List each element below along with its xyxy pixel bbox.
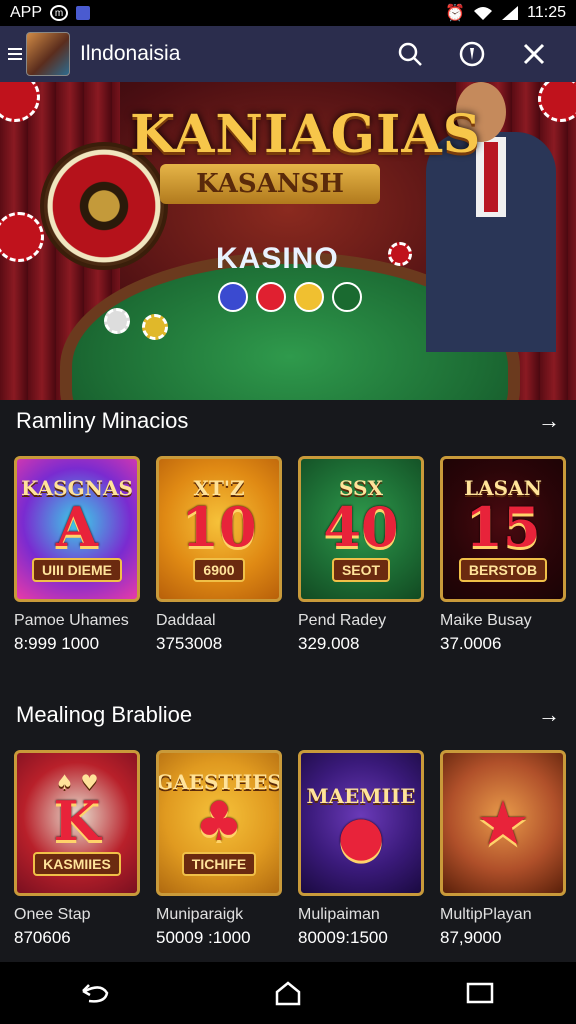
section-title: Ramliny Minacios: [16, 408, 189, 433]
game-value: 8:999 1000: [14, 634, 100, 653]
game-value: 37.0006: [440, 634, 502, 653]
status-app-label: APP: [10, 4, 43, 21]
avatar[interactable]: [26, 32, 70, 76]
badge-dot: [294, 282, 324, 312]
site-title: Ilndonaisia: [80, 42, 181, 65]
thumb-big-text: K: [53, 789, 101, 853]
section-header: Mealinog Brablioe →: [16, 702, 560, 728]
thumb-bottom-text: TICHIFE: [181, 852, 257, 876]
game-thumbnail: MAEMIIE ●: [298, 750, 424, 896]
chip-decoration: [142, 314, 168, 340]
game-card[interactable]: ★ MultipPlayan 87,9000: [440, 750, 566, 948]
game-thumbnail: XT'Z 10 6900: [156, 456, 282, 602]
game-card[interactable]: ♠ ♥ K KASMIIES Onee Stap 870606: [14, 750, 140, 948]
game-name: Pamoe Uhames: [14, 612, 129, 629]
back-button[interactable]: [76, 973, 116, 1013]
game-thumbnail: KASGNAS A UIII DIEME: [14, 456, 140, 602]
status-bar: APP m ⏰ 11:25: [0, 0, 576, 26]
menu-icon[interactable]: [8, 48, 22, 60]
game-card[interactable]: KASGNAS A UIII DIEME Pamoe Uhames 8:999 …: [14, 456, 140, 654]
badge-dot: [332, 282, 362, 312]
game-name: Muniparaigk: [156, 906, 244, 923]
thumb-big-text: ●: [337, 803, 385, 867]
game-card[interactable]: SSX 40 SEOT Pend Radey 329.008: [298, 456, 424, 654]
badge-dot: [256, 282, 286, 312]
game-value: 3753008: [156, 634, 223, 653]
game-thumbnail: SSX 40 SEOT: [298, 456, 424, 602]
thumb-bottom-text: 6900: [193, 558, 245, 582]
game-thumbnail: GAESTHES ♣ TICHIFE: [156, 750, 282, 896]
table-label: KASINO: [216, 242, 339, 275]
thumb-bottom-text: SEOT: [331, 558, 391, 582]
thumb-bottom-text: BERSTOB: [458, 558, 548, 582]
hero-title: KANIAGIAS: [130, 104, 482, 165]
thumb-bottom-text: UIII DIEME: [31, 558, 122, 582]
game-value: 870606: [14, 928, 71, 947]
game-card[interactable]: GAESTHES ♣ TICHIFE Muniparaigk 50009 :10…: [156, 750, 282, 948]
app-notification-icon: [76, 6, 91, 20]
home-button[interactable]: [268, 973, 308, 1013]
game-card[interactable]: LASAN 15 BERSTOB Maike Busay 37.0006: [440, 456, 566, 654]
recents-icon: [466, 982, 494, 1004]
thumb-big-text: 10: [181, 495, 257, 559]
search-icon: [398, 42, 422, 66]
notification-icon: m: [50, 5, 69, 21]
close-button[interactable]: [514, 34, 554, 74]
thumb-bottom-text: KASMIIES: [33, 852, 121, 876]
game-name: Pend Radey: [298, 612, 387, 629]
thumb-big-text: A: [56, 495, 98, 559]
game-name: Daddaal: [156, 612, 216, 629]
game-thumbnail: ★: [440, 750, 566, 896]
chip-decoration: [104, 308, 130, 334]
game-card[interactable]: XT'Z 10 6900 Daddaal 3753008: [156, 456, 282, 654]
hero-ribbon: KASANSH: [160, 164, 380, 204]
home-icon: [275, 981, 301, 1006]
game-value: 329.008: [298, 634, 360, 653]
status-time: 11:25: [527, 4, 566, 21]
game-value: 80009:1500: [298, 928, 388, 947]
game-name: MultipPlayan: [440, 906, 532, 923]
search-button[interactable]: [390, 34, 430, 74]
chip-decoration: [388, 242, 412, 266]
see-more-arrow-icon[interactable]: →: [538, 408, 560, 434]
app-header: Ilndonaisia: [0, 26, 576, 82]
status-left: APP m: [10, 4, 91, 22]
game-value: 50009 :1000: [156, 928, 251, 947]
game-thumbnail: LASAN 15 BERSTOB: [440, 456, 566, 602]
system-nav-bar: [0, 962, 576, 1024]
thumb-big-text: ♣: [194, 789, 244, 853]
status-right: ⏰ 11:25: [445, 3, 566, 23]
hero-banner[interactable]: KANIAGIAS KASANSH KASINO: [0, 82, 576, 400]
back-icon: [82, 984, 109, 1003]
game-name: Onee Stap: [14, 906, 91, 923]
game-name: Maike Busay: [440, 612, 532, 629]
game-card[interactable]: MAEMIIE ● Mulipaiman 80009:1500: [298, 750, 424, 948]
info-button[interactable]: [452, 34, 492, 74]
alarm-icon: ⏰: [445, 5, 466, 22]
thumb-big-text: 15: [465, 495, 541, 559]
signal-icon: [502, 6, 519, 20]
game-thumbnail: ♠ ♥ K KASMIIES: [14, 750, 140, 896]
see-more-arrow-icon[interactable]: →: [538, 702, 560, 728]
recents-button[interactable]: [460, 973, 500, 1013]
game-row: ♠ ♥ K KASMIIES Onee Stap 870606 GAESTHES…: [14, 750, 566, 948]
game-row: KASGNAS A UIII DIEME Pamoe Uhames 8:999 …: [14, 456, 566, 654]
compass-icon: [459, 41, 485, 67]
game-name: Mulipaiman: [298, 906, 380, 923]
section-header: Ramliny Minacios →: [16, 408, 560, 434]
wifi-icon: [474, 7, 493, 20]
thumb-big-text: ★: [478, 791, 528, 855]
badge-dot: [218, 282, 248, 312]
thumb-big-text: 40: [323, 495, 399, 559]
close-icon: [523, 43, 545, 65]
game-value: 87,9000: [440, 928, 502, 947]
section-title: Mealinog Brablioe: [16, 702, 193, 727]
